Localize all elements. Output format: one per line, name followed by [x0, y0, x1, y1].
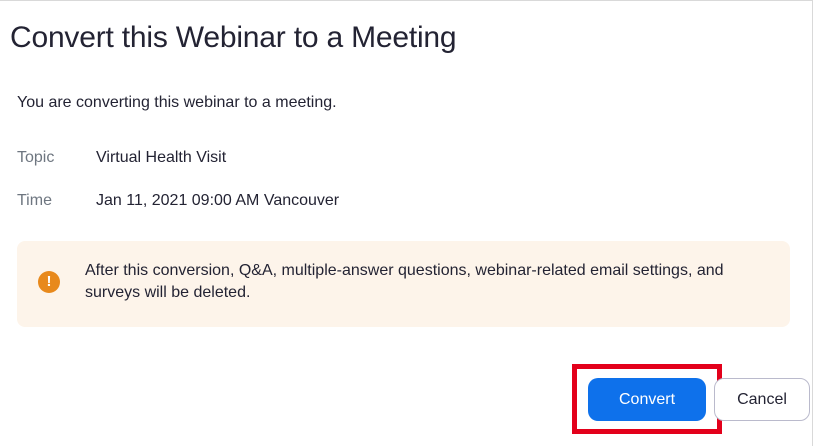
- convert-webinar-dialog: Convert this Webinar to a Meeting You ar…: [0, 0, 813, 446]
- topic-value: Virtual Health Visit: [96, 149, 227, 166]
- time-label: Time: [17, 192, 52, 209]
- exclamation-icon: !: [38, 271, 60, 293]
- warning-banner: ! After this conversion, Q&A, multiple-a…: [17, 241, 790, 327]
- time-value: Jan 11, 2021 09:00 AM Vancouver: [96, 192, 340, 209]
- dialog-intro-text: You are converting this webinar to a mee…: [17, 94, 337, 111]
- convert-button[interactable]: Convert: [588, 378, 706, 421]
- cancel-button[interactable]: Cancel: [714, 378, 810, 421]
- dialog-title: Convert this Webinar to a Meeting: [10, 21, 457, 54]
- warning-text: After this conversion, Q&A, multiple-ans…: [85, 262, 724, 301]
- topic-label: Topic: [17, 149, 55, 166]
